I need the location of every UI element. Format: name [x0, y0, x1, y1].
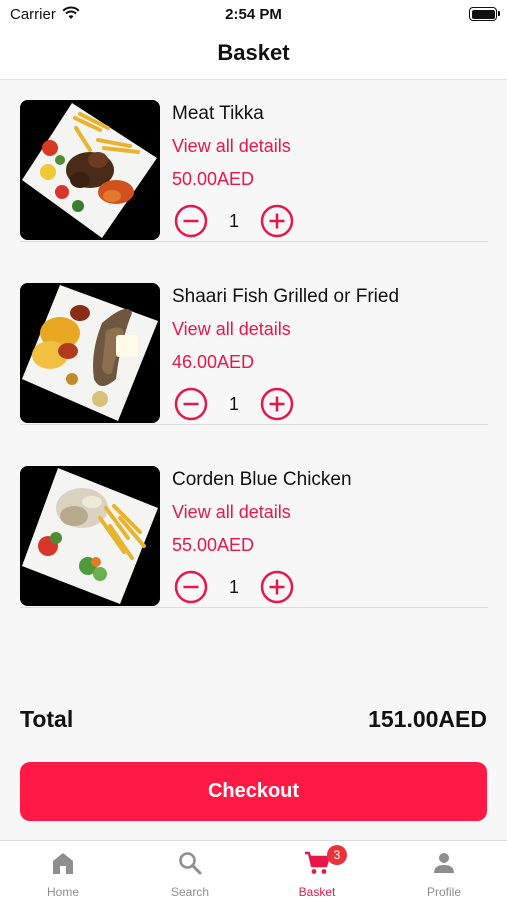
profile-icon — [381, 850, 507, 876]
checkout-button[interactable]: Checkout — [20, 762, 487, 821]
plus-circle-icon — [260, 204, 294, 238]
battery-icon — [469, 7, 500, 21]
tab-label: Profile — [426, 885, 461, 899]
tab-home[interactable]: Home — [0, 841, 126, 900]
minus-circle-icon — [174, 570, 208, 604]
status-bar: Carrier 2:54 PM — [0, 0, 507, 30]
quantity-value: 1 — [228, 211, 239, 231]
plus-circle-icon — [260, 387, 294, 421]
basket-item: Meat Tikka View all details 50.00AED 1 — [20, 80, 488, 242]
basket-item: Corden Blue Chicken View all details 55.… — [20, 446, 488, 608]
tab-label: Search — [170, 885, 210, 899]
plus-circle-icon — [260, 570, 294, 604]
tab-label: Home — [46, 885, 79, 899]
basket-item: Shaari Fish Grilled or Fried View all de… — [20, 263, 488, 425]
decrease-quantity-button[interactable] — [174, 387, 208, 421]
decrease-quantity-button[interactable] — [174, 570, 208, 604]
item-price: 55.00AED — [172, 535, 255, 555]
decrease-quantity-button[interactable] — [174, 204, 208, 238]
minus-circle-icon — [174, 387, 208, 421]
search-icon — [127, 850, 253, 876]
total-label: Total — [20, 706, 74, 732]
view-details-link[interactable]: View all details — [172, 136, 291, 157]
quantity-stepper: 1 — [174, 570, 294, 604]
increase-quantity-button[interactable] — [260, 204, 294, 238]
item-name: Meat Tikka — [172, 103, 264, 124]
quantity-stepper: 1 — [174, 387, 294, 421]
item-price: 50.00AED — [172, 169, 255, 189]
status-time: 2:54 PM — [225, 6, 282, 23]
increase-quantity-button[interactable] — [260, 387, 294, 421]
page-title: Basket — [217, 40, 290, 65]
item-price: 46.00AED — [172, 352, 255, 372]
minus-circle-icon — [174, 204, 208, 238]
item-name: Corden Blue Chicken — [172, 469, 352, 490]
quantity-stepper: 1 — [174, 204, 294, 238]
quantity-value: 1 — [228, 577, 239, 597]
increase-quantity-button[interactable] — [260, 570, 294, 604]
navigation-bar: Basket — [0, 30, 507, 80]
quantity-value: 1 — [228, 394, 239, 414]
tab-basket[interactable]: 3 Basket — [254, 841, 380, 900]
tab-label: Basket — [298, 885, 336, 899]
food-image — [20, 466, 160, 606]
tab-bar: Home Search 3 Basket Profile — [0, 840, 507, 900]
cart-count-badge: 3 — [327, 845, 347, 865]
view-details-link[interactable]: View all details — [172, 502, 291, 523]
cart-icon — [254, 850, 380, 876]
item-name: Shaari Fish Grilled or Fried — [172, 286, 400, 307]
food-image — [20, 283, 160, 423]
tab-search[interactable]: Search — [127, 841, 253, 900]
food-image — [20, 100, 160, 240]
home-icon — [0, 850, 126, 876]
total-value: 151.00AED — [368, 706, 487, 732]
view-details-link[interactable]: View all details — [172, 319, 291, 340]
tab-profile[interactable]: Profile — [381, 841, 507, 900]
